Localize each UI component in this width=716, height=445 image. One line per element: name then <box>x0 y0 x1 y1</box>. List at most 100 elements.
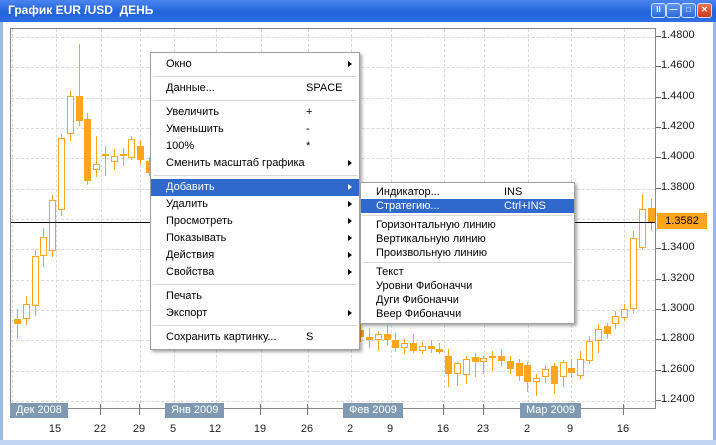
context-menu-shortcut: + <box>306 104 312 121</box>
context-menu-item-4[interactable]: Увеличить+ <box>151 104 359 121</box>
restore-button[interactable]: □ <box>681 3 696 18</box>
chart-window: График EUR /USD ДЕНЬ II—□✕ 1.48001.46001… <box>0 0 716 445</box>
context-menu-item-19[interactable]: Сохранить картинку...S <box>151 329 359 346</box>
candlestick <box>384 334 391 340</box>
candlestick <box>445 356 452 375</box>
candlestick <box>560 362 567 377</box>
time-axis-label: 9 <box>567 423 573 435</box>
price-axis-label: 1.4800 <box>661 29 695 41</box>
candlestick <box>58 138 65 210</box>
price-gridline <box>11 371 655 372</box>
add-submenu-item-10[interactable]: Веер Фибоначчи <box>361 307 574 321</box>
candlestick <box>604 326 611 334</box>
time-axis-label: 16 <box>617 423 629 435</box>
price-axis-label: 1.3200 <box>661 272 695 284</box>
price-axis-label: 1.3400 <box>661 241 695 253</box>
add-submenu-item-8[interactable]: Уровни Фибоначчи <box>361 279 574 293</box>
context-menu-item-0[interactable]: Окно <box>151 56 359 73</box>
add-submenu-item-9[interactable]: Дуги Фибоначчи <box>361 293 574 307</box>
window-title: График EUR /USD ДЕНЬ <box>8 3 153 17</box>
context-menu-shortcut: * <box>306 138 310 155</box>
add-submenu-item-1[interactable]: Стратегию...Ctrl+INS <box>361 199 574 213</box>
candlestick <box>93 164 100 171</box>
time-gridline <box>140 29 141 408</box>
candlestick <box>516 363 523 376</box>
context-menu-separator <box>153 100 357 101</box>
time-axis-label: 12 <box>209 423 221 435</box>
candlestick <box>489 356 496 358</box>
add-submenu-item-5[interactable]: Произвольную линию <box>361 246 574 260</box>
candlestick <box>648 208 655 222</box>
add-submenu-item-4[interactable]: Вертикальную линию <box>361 232 574 246</box>
context-menu-item-11[interactable]: Просмотреть <box>151 213 359 230</box>
candlestick <box>120 154 127 156</box>
time-axis-label: 22 <box>94 423 106 435</box>
candlestick <box>137 146 144 161</box>
context-menu-item-16[interactable]: Печать <box>151 288 359 305</box>
candlestick <box>375 334 382 341</box>
window-titlebar[interactable]: График EUR /USD ДЕНЬ II—□✕ <box>0 0 716 22</box>
add-submenu-separator <box>363 262 572 263</box>
submenu-arrow-icon <box>348 61 352 67</box>
add-submenu-item-3[interactable]: Горизонтальную линию <box>361 218 574 232</box>
context-menu-item-14[interactable]: Свойства <box>151 264 359 281</box>
candlestick <box>392 340 399 348</box>
context-menu-item-13[interactable]: Действия <box>151 247 359 264</box>
pause-button[interactable]: II <box>651 3 666 18</box>
time-axis-label: 29 <box>133 423 145 435</box>
time-gridline <box>101 29 102 408</box>
context-menu-item-5[interactable]: Уменьшить- <box>151 121 359 138</box>
time-axis-tick <box>100 404 101 415</box>
candlestick <box>507 361 514 369</box>
time-axis-label: 19 <box>254 423 266 435</box>
add-submenu-item-7[interactable]: Текст <box>361 265 574 279</box>
context-menu-item-6[interactable]: 100%* <box>151 138 359 155</box>
price-axis-label: 1.4400 <box>661 90 695 102</box>
time-axis-tick <box>483 404 484 415</box>
submenu-arrow-icon <box>348 235 352 241</box>
context-menu-item-2[interactable]: Данные...SPACE <box>151 80 359 97</box>
bid-price-tag: 1.3582 <box>657 213 707 229</box>
candlestick <box>612 316 619 324</box>
price-axis-label: 1.4000 <box>661 150 695 162</box>
candlestick <box>14 319 21 324</box>
candlestick-wick <box>17 309 18 340</box>
candlestick <box>630 238 637 309</box>
candlestick-wick <box>492 351 493 371</box>
candlestick <box>76 96 83 121</box>
context-menu-item-10[interactable]: Удалить <box>151 196 359 213</box>
candlestick <box>84 119 91 181</box>
close-button[interactable]: ✕ <box>697 3 712 18</box>
candlestick-wick <box>96 136 97 177</box>
time-axis-tick <box>260 404 261 415</box>
context-menu-item-17[interactable]: Экспорт <box>151 305 359 322</box>
candlestick <box>542 369 549 377</box>
time-axis-label: 16 <box>437 423 449 435</box>
submenu-arrow-icon <box>348 184 352 190</box>
context-menu-separator <box>153 325 357 326</box>
context-menu-shortcut: S <box>306 329 313 346</box>
context-menu-separator <box>153 175 357 176</box>
window-border-bottom <box>0 440 716 445</box>
price-axis-label: 1.2800 <box>661 332 695 344</box>
context-menu-item-9[interactable]: Добавить <box>151 179 359 196</box>
price-axis-label: 1.3000 <box>661 302 695 314</box>
context-menu-item-7[interactable]: Сменить масштаб графика <box>151 155 359 172</box>
price-gridline <box>11 37 655 38</box>
candlestick <box>49 200 56 251</box>
minimize-button[interactable]: — <box>666 3 681 18</box>
window-border-left <box>0 22 3 445</box>
candlestick <box>401 343 408 348</box>
candlestick <box>67 96 74 134</box>
candlestick <box>111 156 118 163</box>
add-submenu-item-0[interactable]: Индикатор...INS <box>361 185 574 199</box>
time-axis-label: 5 <box>170 423 176 435</box>
candlestick <box>551 366 558 384</box>
context-menu-shortcut: SPACE <box>306 80 342 97</box>
candlestick <box>577 359 584 376</box>
candlestick <box>533 378 540 382</box>
candlestick <box>524 365 531 382</box>
context-menu-item-12[interactable]: Показывать <box>151 230 359 247</box>
submenu-arrow-icon <box>348 269 352 275</box>
context-menu: Окно Данные...SPACE Увеличить+Уменьшить-10… <box>150 52 360 350</box>
